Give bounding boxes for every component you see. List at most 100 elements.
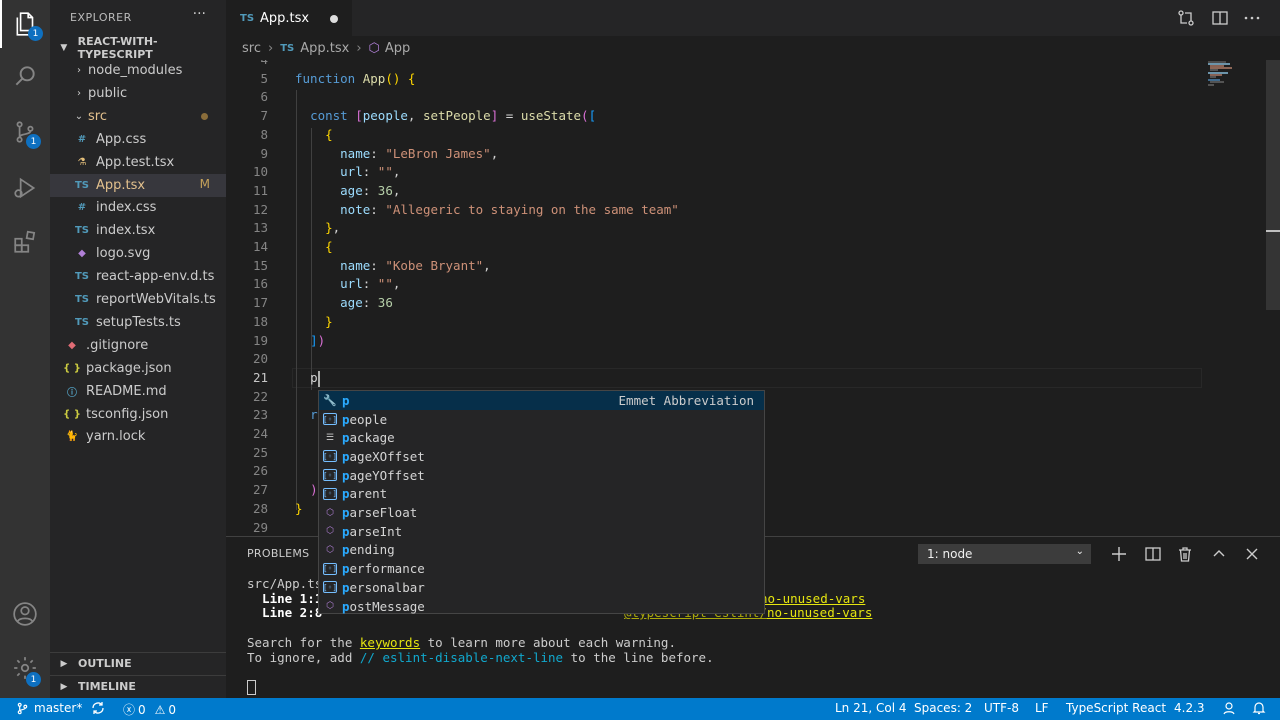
suggestion-item[interactable]: ☰ package: [319, 428, 764, 447]
tree-item[interactable]: › node_modules: [50, 59, 226, 82]
line-number: 13: [252, 220, 268, 236]
suggestion-item[interactable]: [◦] performance: [319, 559, 764, 578]
code-text: },: [295, 220, 340, 235]
tree-item[interactable]: TS index.tsx: [50, 219, 226, 242]
feedback-icon[interactable]: [1222, 701, 1236, 715]
tree-item[interactable]: ◆ .gitignore: [50, 334, 226, 357]
line-number: 26: [252, 463, 268, 479]
tree-item[interactable]: { } tsconfig.json: [50, 403, 226, 426]
terminal-select[interactable]: 1: node ⌄: [918, 544, 1091, 564]
tree-item[interactable]: { } package.json: [50, 357, 226, 380]
gear-icon[interactable]: 1: [0, 644, 50, 692]
breadcrumb-folder[interactable]: src: [242, 41, 261, 56]
line-number: 19: [252, 332, 268, 348]
outline-section[interactable]: ▶ OUTLINE: [50, 652, 226, 674]
tree-item[interactable]: # index.css: [50, 196, 226, 219]
close-icon[interactable]: [1243, 545, 1261, 563]
breadcrumb-symbol[interactable]: App: [385, 41, 410, 56]
suggestion-item[interactable]: ⬡ pending: [319, 541, 764, 560]
tree-item-label: logo.svg: [96, 246, 151, 262]
terminal-text: to learn more about each warning.: [420, 635, 676, 650]
autocomplete-suggest-widget[interactable]: 🔧 p Emmet Abbreviation [◦] people ☰ package [◦]…: [318, 390, 765, 614]
breadcrumb-file[interactable]: App.tsx: [300, 41, 349, 56]
info-file-icon: ⓘ: [67, 387, 77, 399]
language-mode[interactable]: TypeScript React: [1066, 701, 1166, 715]
minimap[interactable]: [1204, 60, 1272, 100]
terminal-select-value: 1: node: [927, 547, 973, 561]
suggestion-item[interactable]: 🔧 p Emmet Abbreviation: [319, 391, 764, 410]
search-icon[interactable]: [0, 52, 50, 100]
source-control-icon[interactable]: 1: [0, 108, 50, 156]
code-token: :: [370, 145, 386, 161]
tree-item[interactable]: ⓘ README.md: [50, 380, 226, 403]
tree-item-label: README.md: [86, 383, 167, 399]
tree-item[interactable]: 🐈 yarn.lock: [50, 425, 226, 448]
tree-item[interactable]: TS setupTests.ts: [50, 311, 226, 334]
explorer-icon[interactable]: 1: [0, 0, 50, 48]
chevron-up-icon[interactable]: [1210, 545, 1228, 563]
code-token: ,: [483, 257, 491, 273]
trash-icon[interactable]: [1176, 545, 1194, 563]
line-number: 17: [252, 295, 268, 311]
split-terminal-icon[interactable]: [1144, 545, 1162, 563]
suggestion-item[interactable]: ⬡ parseInt: [319, 522, 764, 541]
chevron-down-icon: ⌄: [1075, 546, 1084, 557]
tree-item[interactable]: ⌄ src: [50, 105, 226, 128]
suggestion-item[interactable]: [◦] pageYOffset: [319, 466, 764, 485]
tree-item[interactable]: TS react-app-env.d.ts: [50, 265, 226, 288]
cursor-position[interactable]: Ln 21, Col 4: [835, 701, 907, 715]
sync-icon[interactable]: [91, 701, 105, 715]
settings-badge: 1: [26, 672, 41, 687]
run-debug-icon[interactable]: [0, 164, 50, 212]
unsaved-dot-icon[interactable]: [330, 15, 338, 23]
plus-icon[interactable]: [1110, 545, 1128, 563]
typescript-icon: TS: [280, 42, 295, 54]
code-token: ,: [392, 164, 401, 180]
tree-item[interactable]: ◆ logo.svg: [50, 242, 226, 265]
code-token: :: [370, 201, 386, 217]
split-editor-icon[interactable]: [1211, 9, 1229, 27]
line-number: 5: [260, 70, 268, 86]
error-count: 0: [138, 702, 146, 717]
code-line: 13 },: [226, 220, 1226, 239]
ts-version[interactable]: 4.2.3: [1174, 701, 1205, 715]
indentation-status[interactable]: Spaces: 2: [914, 701, 972, 715]
eol-status[interactable]: LF: [1035, 701, 1049, 715]
extensions-icon[interactable]: [0, 218, 50, 266]
account-icon[interactable]: [0, 590, 50, 638]
chevron-down-icon: ⌄: [74, 110, 84, 122]
compare-changes-icon[interactable]: [1177, 9, 1195, 27]
suggestion-item[interactable]: [◦] parent: [319, 485, 764, 504]
timeline-section[interactable]: ▶ TIMELINE: [50, 675, 226, 697]
problems-status[interactable]: ⓧ 0 ⚠ 0: [123, 701, 176, 718]
bell-icon[interactable]: [1252, 701, 1266, 715]
code-line: 16 url: "",: [226, 276, 1226, 295]
tree-item[interactable]: TS reportWebVitals.ts: [50, 288, 226, 311]
code-line: 11 age: 36,: [226, 183, 1226, 202]
terminal-text: Search for the: [247, 635, 360, 650]
suggestion-item[interactable]: ⬡ postMessage: [319, 597, 764, 616]
tab-app-tsx[interactable]: TS App.tsx: [226, 0, 352, 36]
suggestion-label: people: [342, 411, 388, 427]
branch-status[interactable]: master*: [16, 701, 82, 715]
suggestion-item[interactable]: [◦] personalbar: [319, 578, 764, 597]
code-token: name: [340, 145, 371, 161]
terminal-line: Search for the keywords to learn more ab…: [247, 635, 676, 650]
tree-item[interactable]: ⚗ App.test.tsx: [50, 151, 226, 174]
code-token: ): [317, 332, 326, 348]
tree-item[interactable]: TS App.tsx M: [50, 173, 226, 197]
tab-problems[interactable]: PROBLEMS: [247, 547, 309, 560]
project-section-header[interactable]: ▼ REACT-WITH-TYPESCRIPT: [50, 35, 226, 61]
more-actions-icon[interactable]: [1243, 9, 1261, 27]
more-actions-icon[interactable]: ···: [193, 6, 206, 22]
tree-item[interactable]: # App.css: [50, 128, 226, 151]
suggestion-item[interactable]: [◦] people: [319, 410, 764, 429]
encoding-status[interactable]: UTF-8: [984, 701, 1019, 715]
editor-scrollbar[interactable]: [1266, 60, 1280, 536]
suggestion-item[interactable]: ⬡ parseFloat: [319, 503, 764, 522]
css-file-icon: #: [77, 202, 87, 214]
suggestion-item[interactable]: [◦] pageXOffset: [319, 447, 764, 466]
tree-item[interactable]: › public: [50, 82, 226, 105]
